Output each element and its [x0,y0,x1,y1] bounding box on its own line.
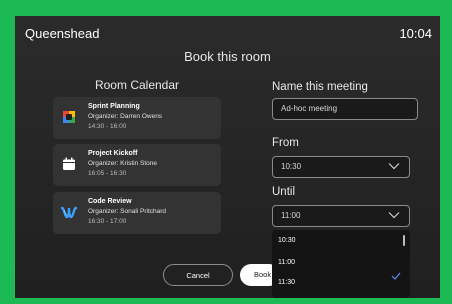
until-select[interactable]: 11:00 [272,205,410,227]
meeting-organizer: Organizer: Darren Owens [88,113,163,120]
meeting-title: Sprint Planning [88,103,140,110]
meeting-organizer: Organizer: Sonali Pritchard [88,208,167,215]
room-name: Queenshead [25,26,100,41]
until-select-value: 11:00 [281,211,301,220]
meeting-card-code-review[interactable]: Code Review Organizer: Sonali Pritchard … [53,192,221,234]
meeting-title: Code Review [88,198,132,205]
chevron-down-icon [388,212,400,219]
meeting-time: 16:30 - 17:00 [88,218,127,225]
checkmark-icon [391,272,401,280]
meeting-time: 16:05 - 16:30 [88,170,127,177]
webex-icon [61,204,77,220]
dropdown-option-1100[interactable]: 11:00 [278,259,295,266]
calendar-icon [61,156,77,172]
meeting-organizer: Organizer: Kristin Stone [88,160,158,167]
cancel-button[interactable]: Cancel [163,264,233,286]
from-select-value: 10:30 [281,162,302,171]
until-label: Until [272,186,296,198]
meeting-name-input[interactable] [272,98,418,120]
dropdown-scrollbar[interactable] [403,235,405,246]
room-calendar-heading: Room Calendar [94,78,180,92]
from-label: From [272,137,299,149]
chevron-down-icon [388,163,400,170]
dropdown-option-1030[interactable]: 10:30 [278,237,296,244]
meeting-time: 14:30 - 16:00 [88,123,127,130]
meeting-card-project-kickoff[interactable]: Project Kickoff Organizer: Kristin Stone… [53,144,221,186]
page-title: Book this room [184,49,271,64]
dropdown-option-1130[interactable]: 11:30 [278,279,295,286]
meeting-name-label: Name this meeting [272,81,368,93]
until-dropdown-list: 10:30 11:00 11:30 [272,230,410,298]
clock: 10:04 [399,26,432,41]
booking-screen: Queenshead 10:04 Book this room Room Cal… [15,16,440,298]
meeting-title: Project Kickoff [88,150,138,157]
from-select[interactable]: 10:30 [272,156,410,178]
teams-icon [61,109,77,125]
meeting-card-sprint-planning[interactable]: Sprint Planning Organizer: Darren Owens … [53,97,221,139]
